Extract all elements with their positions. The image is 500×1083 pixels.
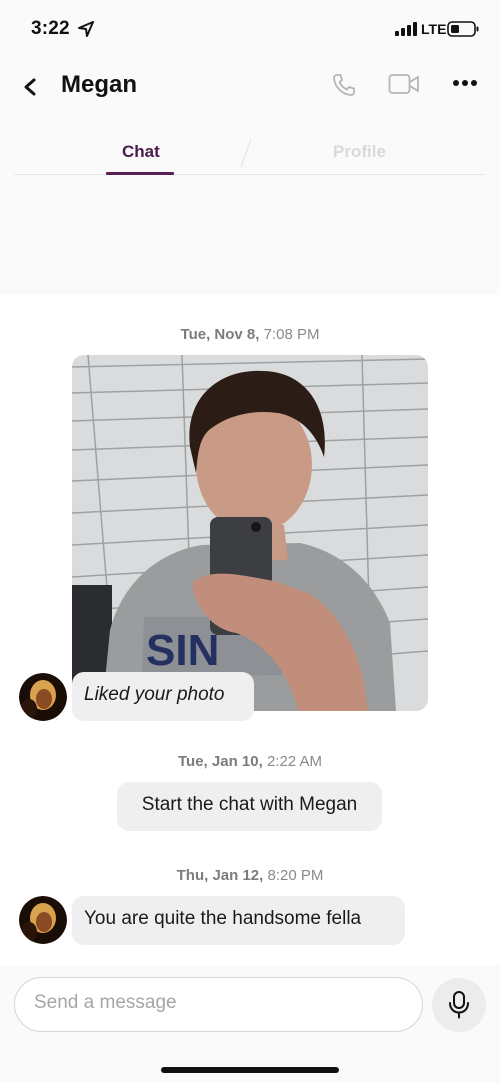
message-input[interactable] bbox=[34, 992, 404, 1014]
message-timestamp: Tue, Nov 8, 7:08 PM bbox=[0, 326, 500, 343]
tab-divider bbox=[240, 138, 252, 168]
shared-photo[interactable]: SIN bbox=[72, 355, 428, 711]
tab-bar: Chat Profile bbox=[14, 130, 486, 175]
battery-icon bbox=[447, 21, 479, 37]
voice-message-button[interactable] bbox=[432, 978, 486, 1032]
phone-call-icon[interactable] bbox=[331, 72, 357, 98]
start-chat-prompt[interactable]: Start the chat with Megan bbox=[117, 782, 382, 831]
status-bar: 3:22 LTE bbox=[0, 0, 500, 60]
contact-name: Megan bbox=[61, 71, 138, 98]
more-options-icon[interactable] bbox=[451, 76, 479, 90]
network-type: LTE bbox=[421, 21, 447, 37]
video-call-icon[interactable] bbox=[388, 72, 420, 96]
timestamp-time: 7:08 PM bbox=[263, 326, 320, 343]
svg-text:SIN: SIN bbox=[146, 626, 219, 675]
contact-avatar[interactable] bbox=[19, 896, 67, 944]
tab-profile[interactable]: Profile bbox=[333, 142, 386, 162]
tab-chat[interactable]: Chat bbox=[122, 142, 160, 162]
location-arrow-icon bbox=[78, 21, 94, 37]
signal-icon bbox=[395, 22, 417, 36]
status-time: 3:22 bbox=[31, 18, 70, 39]
timestamp-date: Tue, Nov 8, bbox=[180, 326, 260, 343]
message-timestamp: Thu, Jan 12, 8:20 PM bbox=[0, 867, 500, 884]
incoming-message: You are quite the handsome fella bbox=[72, 896, 405, 945]
timestamp-date: Tue, Jan 10, bbox=[178, 753, 263, 770]
back-chevron-icon[interactable] bbox=[20, 75, 42, 99]
microphone-icon bbox=[449, 991, 469, 1019]
timestamp-time: 8:20 PM bbox=[267, 867, 324, 884]
timestamp-time: 2:22 AM bbox=[266, 753, 322, 770]
message-timestamp: Tue, Jan 10, 2:22 AM bbox=[0, 753, 500, 770]
message-composer bbox=[14, 977, 423, 1032]
home-indicator bbox=[161, 1067, 339, 1073]
contact-avatar[interactable] bbox=[19, 673, 67, 721]
timestamp-date: Thu, Jan 12, bbox=[176, 867, 264, 884]
active-tab-indicator bbox=[106, 172, 174, 175]
photo-like-reaction: Liked your photo bbox=[72, 672, 254, 721]
